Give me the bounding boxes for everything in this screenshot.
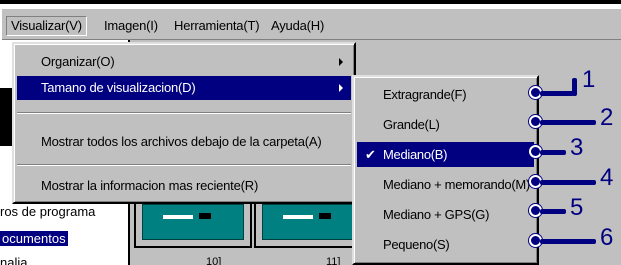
callout-number: 2 — [600, 104, 614, 131]
submenu-arrow-icon — [339, 84, 343, 92]
callout-line — [572, 78, 577, 96]
thumbnail-taskbar — [163, 215, 193, 219]
window-border — [0, 0, 621, 4]
menu-item-label: Tamano de visualizacion(D) — [41, 80, 196, 95]
menu-item-mostrar-todos[interactable]: Mostrar todos los archivos debajo de la … — [17, 130, 351, 154]
menu-herramienta[interactable]: Herramienta(T) — [170, 16, 263, 36]
submenu-item-label: Extragrande(F) — [383, 87, 467, 102]
callout-number: 4 — [600, 164, 614, 191]
tamano-submenu: Extragrande(F) Grande(L) ✔ Mediano(B) Me… — [352, 75, 539, 265]
submenu-item-mediano-gps[interactable]: Mediano + GPS(G) — [357, 202, 534, 227]
menu-separator — [17, 112, 351, 114]
menu-item-tamano-visualizacion[interactable]: Tamano de visualizacion(D) — [17, 76, 351, 100]
submenu-item-extragrande[interactable]: Extragrande(F) — [357, 82, 534, 107]
folder-item-documentos[interactable]: ocumentos — [0, 231, 68, 246]
menu-imagen[interactable]: Imagen(I) — [100, 16, 162, 36]
folder-item-programa[interactable]: ros de programa — [0, 204, 95, 219]
callout-line — [540, 120, 596, 125]
thumbnail-label: 10] — [206, 256, 222, 265]
visualizar-dropdown-menu: Organizar(O) Tamano de visualizacion(D) … — [12, 42, 356, 204]
menu-item-mostrar-reciente[interactable]: Mostrar la informacion mas reciente(R) — [17, 174, 351, 198]
menu-item-label: Mostrar todos los archivos debajo de la … — [41, 134, 322, 149]
submenu-item-label: Mediano + memorando(M) — [383, 177, 530, 192]
folder-item-nalia[interactable]: nalia — [0, 255, 27, 265]
menu-ayuda[interactable]: Ayuda(H) — [267, 16, 328, 36]
submenu-item-label: Mediano + GPS(G) — [383, 207, 490, 222]
menu-item-organizar[interactable]: Organizar(O) — [17, 50, 351, 74]
callout-line — [540, 180, 596, 185]
callout-line — [540, 209, 566, 214]
thumbnail-window — [319, 213, 331, 219]
submenu-item-label: Mediano(B) — [383, 147, 448, 162]
thumbnail-image — [142, 204, 244, 240]
callout-number: 5 — [570, 194, 584, 221]
submenu-item-label: Pequeno(S) — [383, 237, 450, 252]
submenu-item-pequeno[interactable]: Pequeno(S) — [357, 232, 534, 257]
thumbnail-image — [262, 204, 364, 240]
callout-number: 1 — [582, 66, 596, 93]
submenu-arrow-icon — [339, 58, 343, 66]
menu-separator — [17, 164, 351, 166]
submenu-item-mediano-memorando[interactable]: Mediano + memorando(M) — [357, 172, 534, 197]
menu-item-label: Mostrar la informacion mas reciente(R) — [41, 178, 259, 193]
callout-line — [540, 91, 574, 96]
menu-item-label: Organizar(O) — [41, 54, 115, 69]
callout-number: 6 — [600, 224, 614, 251]
menu-visualizar[interactable]: Visualizar(V) — [6, 16, 87, 36]
callout-line — [540, 239, 596, 244]
submenu-item-mediano[interactable]: ✔ Mediano(B) — [357, 142, 534, 167]
submenu-item-grande[interactable]: Grande(L) — [357, 112, 534, 137]
callout-number: 3 — [570, 134, 584, 161]
thumbnail-taskbar — [283, 215, 313, 219]
checkmark-icon: ✔ — [365, 147, 376, 162]
menubar: Visualizar(V) Imagen(I) Herramienta(T) A… — [2, 8, 621, 40]
thumbnail-label: 11] — [326, 256, 341, 265]
callout-line — [540, 150, 566, 155]
submenu-item-label: Grande(L) — [383, 117, 440, 132]
thumbnail-window — [199, 213, 211, 219]
